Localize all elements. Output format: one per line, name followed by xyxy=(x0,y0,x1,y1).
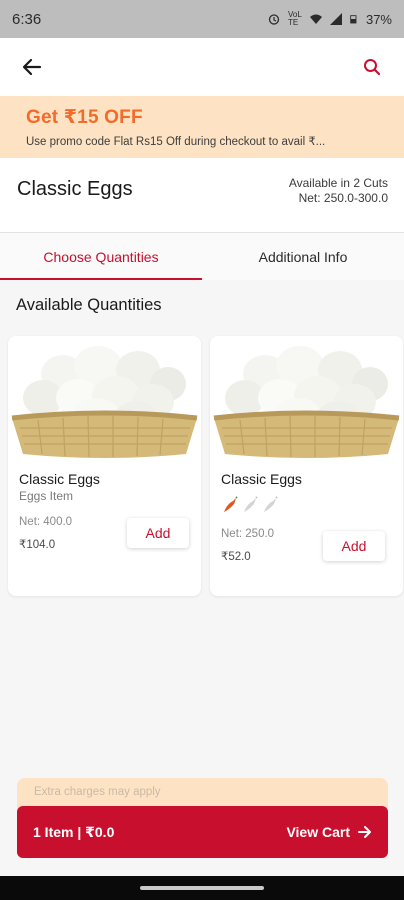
system-nav-bar xyxy=(0,876,404,900)
chili-icon xyxy=(244,496,258,512)
arrow-right-icon xyxy=(358,826,371,838)
section-title: Available Quantities xyxy=(16,296,162,314)
cart-summary: 1 Item | ₹0.0 xyxy=(33,823,115,840)
view-cart-button[interactable]: View Cart xyxy=(286,824,372,840)
status-icons: VoLTE 37% xyxy=(268,11,392,27)
card-net-weight: Net: 250.0 xyxy=(221,528,275,540)
back-button[interactable] xyxy=(18,53,46,81)
card-price: ₹104.0 xyxy=(19,539,56,551)
product-availability: Available in 2 Cuts Net: 250.0-300.0 xyxy=(289,176,388,232)
card-net-weight: Net: 400.0 xyxy=(19,516,73,528)
search-icon xyxy=(364,59,381,76)
chili-icon xyxy=(264,496,278,512)
product-title: Classic Eggs xyxy=(17,178,133,200)
availability-text: Available in 2 Cuts xyxy=(288,176,388,190)
quantity-card[interactable]: Classic Eggs Net: 250.0 ₹52.0 Add xyxy=(210,336,403,596)
promo-title: Get ₹15 OFF xyxy=(26,107,143,128)
egg-basket-image xyxy=(8,336,201,458)
chili-icon xyxy=(224,496,238,512)
add-button[interactable]: Add xyxy=(127,518,189,548)
quantity-card[interactable]: Classic Eggs Eggs Item Net: 400.0 ₹104.0… xyxy=(8,336,201,596)
status-time: 6:36 xyxy=(12,10,42,28)
signal-icon xyxy=(329,13,342,25)
view-cart-bar[interactable]: 1 Item | ₹0.0 View Cart xyxy=(17,806,388,858)
card-product-category: Eggs Item xyxy=(19,489,74,503)
alarm-icon xyxy=(268,14,280,25)
tab-bar: Choose Quantities Additional Info xyxy=(0,232,404,280)
spice-level-indicator xyxy=(221,496,279,514)
battery-icon xyxy=(350,15,357,24)
battery-level: 37% xyxy=(365,11,392,27)
home-gesture-handle[interactable] xyxy=(140,886,264,890)
card-price: ₹52.0 xyxy=(221,551,251,563)
view-cart-label: View Cart xyxy=(286,824,350,840)
tab-additional-info[interactable]: Additional Info xyxy=(202,233,404,280)
tab-choose-quantities[interactable]: Choose Quantities xyxy=(0,233,202,280)
arrow-left-icon xyxy=(22,58,42,76)
card-product-name: Classic Eggs xyxy=(19,471,100,487)
network-label: VoLTE xyxy=(287,10,302,27)
egg-basket-image xyxy=(210,336,403,458)
net-range-text: Net: 250.0-300.0 xyxy=(298,191,388,205)
promo-banner[interactable]: Get ₹15 OFF Use promo code Flat Rs15 Off… xyxy=(0,96,404,158)
wifi-icon xyxy=(309,14,322,24)
card-product-name: Classic Eggs xyxy=(221,471,302,487)
add-button[interactable]: Add xyxy=(323,531,385,561)
promo-subtitle: Use promo code Flat Rs15 Off during chec… xyxy=(26,136,326,148)
search-button[interactable] xyxy=(358,53,386,81)
status-bar: 6:36 VoLTE 37% xyxy=(0,0,404,38)
app-bar xyxy=(0,38,404,96)
product-header: Classic Eggs Available in 2 Cuts Net: 25… xyxy=(0,158,404,232)
